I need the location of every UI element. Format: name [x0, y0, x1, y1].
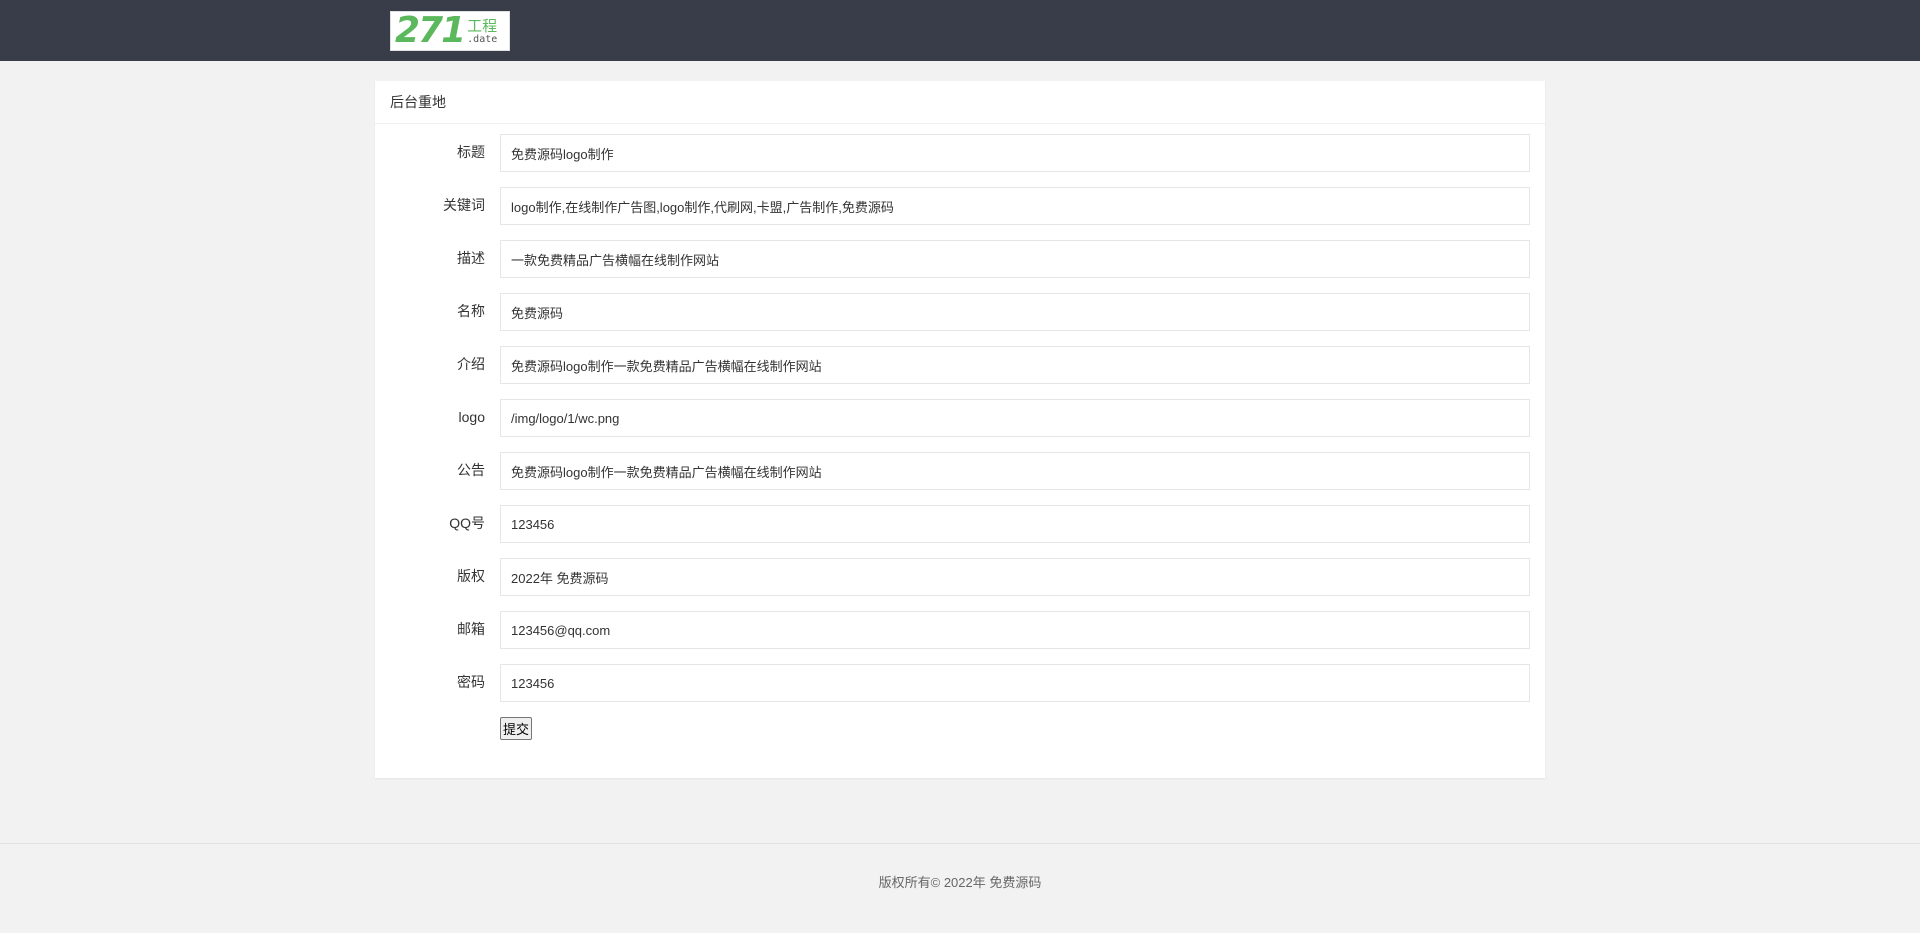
qq-input[interactable] [500, 505, 1530, 543]
form-row-notice: 公告 [375, 452, 1545, 490]
name-input[interactable] [500, 293, 1530, 331]
notice-label: 公告 [457, 462, 485, 478]
notice-input[interactable] [500, 452, 1530, 490]
description-label: 描述 [457, 250, 485, 266]
email-label: 邮箱 [457, 621, 485, 637]
keywords-label: 关键词 [443, 197, 485, 213]
password-input[interactable] [500, 664, 1530, 702]
form-row-title: 标题 [375, 134, 1545, 172]
keywords-input[interactable] [500, 187, 1530, 225]
top-navbar: 271 工程 .date [0, 0, 1920, 61]
logo-number: 271 [395, 11, 466, 51]
description-input[interactable] [500, 240, 1530, 278]
form-row-password: 密码 [375, 664, 1545, 702]
logo-domain-text: .date [467, 33, 498, 45]
logo-text: 工程 .date [467, 18, 497, 45]
footer: 版权所有© 2022年 免费源码 [0, 843, 1920, 933]
card-title: 后台重地 [375, 81, 1545, 124]
form-row-copyright: 版权 [375, 558, 1545, 596]
title-input[interactable] [500, 134, 1530, 172]
footer-copyright: 版权所有© 2022年 免费源码 [878, 875, 1042, 890]
form-row-intro: 介绍 [375, 346, 1545, 384]
email-input[interactable] [500, 611, 1530, 649]
form-row-name: 名称 [375, 293, 1545, 331]
form-row-description: 描述 [375, 240, 1545, 278]
intro-input[interactable] [500, 346, 1530, 384]
site-logo[interactable]: 271 工程 .date [390, 11, 510, 51]
title-label: 标题 [457, 144, 485, 160]
form-row-keywords: 关键词 [375, 187, 1545, 225]
logo-label: logo [458, 409, 485, 425]
intro-label: 介绍 [457, 356, 485, 372]
form-row-email: 邮箱 [375, 611, 1545, 649]
logo-path-input[interactable] [500, 399, 1530, 437]
qq-label: QQ号 [449, 515, 485, 531]
name-label: 名称 [457, 303, 485, 319]
submit-button[interactable]: 提交 [500, 717, 532, 740]
form-row-logo: logo [375, 399, 1545, 437]
copyright-label: 版权 [457, 568, 485, 584]
copyright-input[interactable] [500, 558, 1530, 596]
password-label: 密码 [457, 674, 485, 690]
logo-cn-text: 工程 [467, 16, 498, 35]
settings-card: 后台重地 标题 关键词 描述 名称 介绍 logo 公告 QQ号 版权 邮箱 [375, 81, 1545, 778]
form-row-qq: QQ号 [375, 505, 1545, 543]
